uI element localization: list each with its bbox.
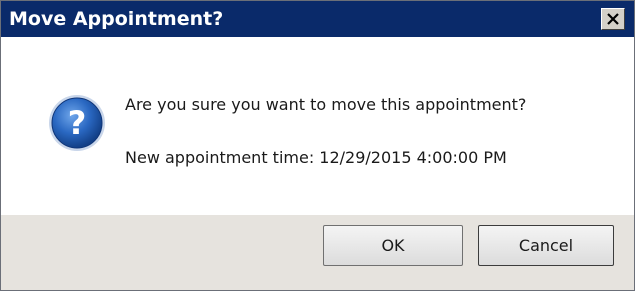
ok-button[interactable]: OK — [323, 225, 463, 266]
confirmation-message: Are you sure you want to move this appoi… — [125, 95, 527, 114]
message-area: ? Are you sure you want to move this app… — [1, 37, 634, 215]
cancel-button[interactable]: Cancel — [478, 225, 614, 266]
button-bar: OK Cancel — [1, 215, 634, 290]
question-icon: ? — [49, 95, 105, 151]
close-button[interactable] — [601, 8, 625, 30]
title-bar[interactable]: Move Appointment? — [1, 1, 634, 37]
svg-text:?: ? — [68, 104, 87, 142]
dialog-window: Move Appointment? ? Are you sure you wan… — [0, 0, 635, 291]
dialog-title: Move Appointment? — [9, 8, 224, 30]
new-appointment-time: New appointment time: 12/29/2015 4:00:00… — [125, 148, 507, 167]
close-icon — [607, 13, 619, 25]
